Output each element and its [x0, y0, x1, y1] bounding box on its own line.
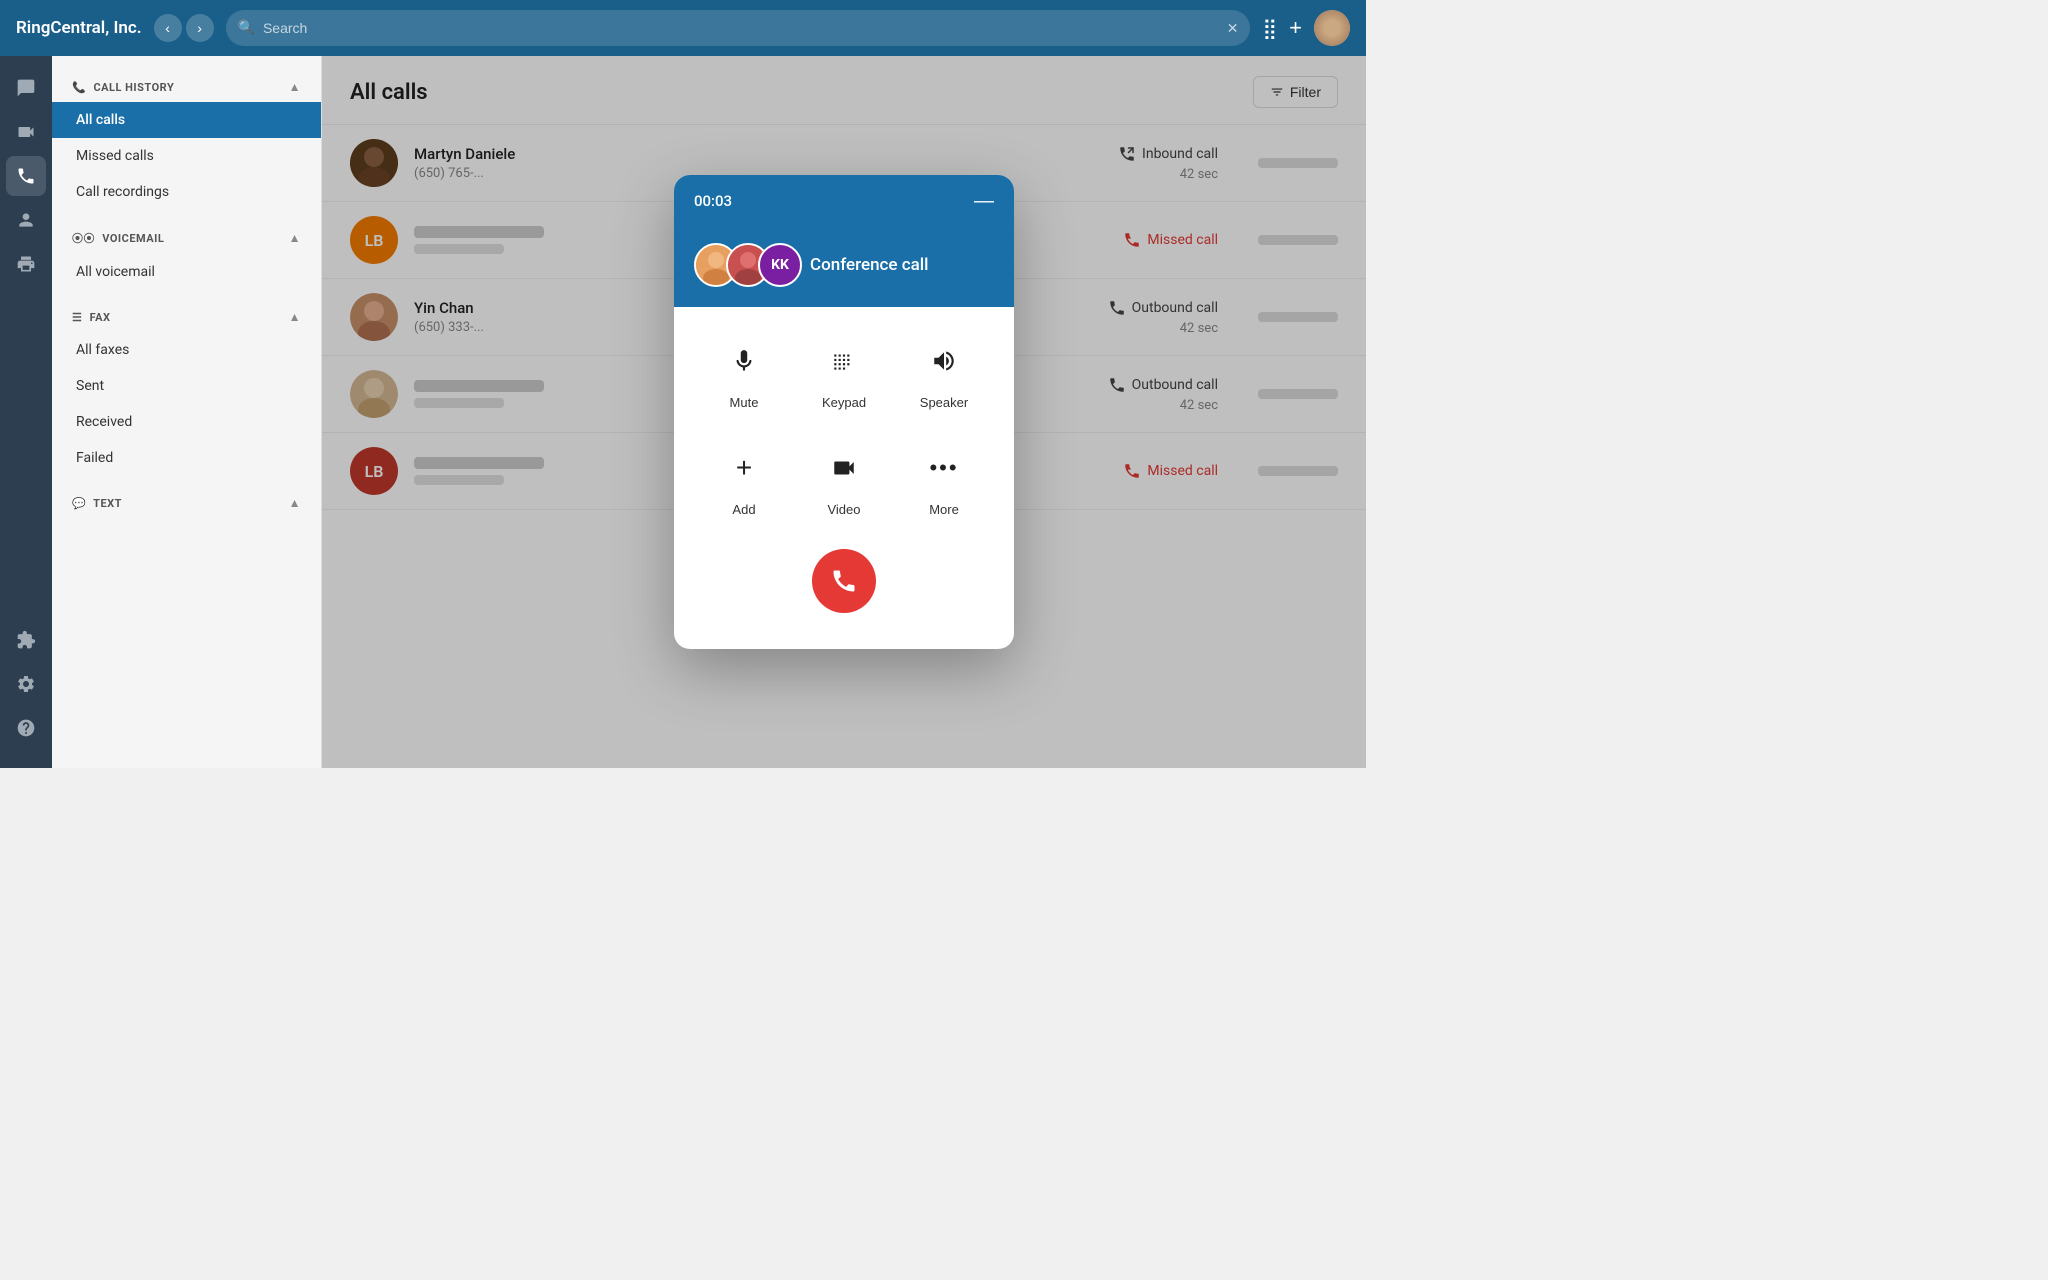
call-history-chevron: ▲ — [289, 80, 301, 94]
add-icon: + — [718, 442, 770, 494]
text-section[interactable]: 💬 TEXT ▲ — [52, 488, 321, 518]
more-button[interactable]: ••• More — [918, 442, 970, 517]
call-controls-row-2: + Add Video ••• More — [694, 442, 994, 517]
fax-chevron: ▲ — [289, 310, 301, 324]
sidebar-icon-extensions[interactable] — [6, 620, 46, 660]
mute-icon — [718, 335, 770, 387]
sidebar-icon-fax[interactable] — [6, 244, 46, 284]
fax-section-label: ☰ FAX — [72, 311, 111, 324]
main-layout: 📞 CALL HISTORY ▲ All calls Missed calls … — [0, 56, 1366, 768]
call-modal-header: 00:03 — — [674, 175, 1014, 227]
voicemail-chevron: ▲ — [289, 231, 301, 245]
nav-item-all-calls[interactable]: All calls — [52, 102, 321, 138]
nav-item-missed-calls[interactable]: Missed calls — [52, 138, 321, 174]
keypad-button[interactable]: Keypad — [818, 335, 870, 410]
nav-back-button[interactable]: ‹ — [154, 14, 182, 42]
sidebar-icon-chat[interactable] — [6, 68, 46, 108]
end-call-area — [694, 549, 994, 621]
sidebar-icon-help[interactable] — [6, 708, 46, 748]
search-input[interactable] — [263, 20, 1219, 36]
more-icon: ••• — [918, 442, 970, 494]
nav-item-call-recordings[interactable]: Call recordings — [52, 174, 321, 210]
voicemail-section-label: ⦿⦿ VOICEMAIL — [72, 230, 164, 246]
call-controls-row-1: Mute Keypad Speaker — [694, 335, 994, 410]
call-history-section-label: 📞 CALL HISTORY — [72, 81, 174, 94]
nav-forward-button[interactable]: › — [186, 14, 214, 42]
speaker-icon — [918, 335, 970, 387]
add-button[interactable]: + — [1289, 15, 1302, 41]
nav-item-all-voicemail[interactable]: All voicemail — [52, 254, 321, 290]
add-label: Add — [732, 502, 755, 517]
sidebar-icon-settings[interactable] — [6, 664, 46, 704]
nav-item-sent[interactable]: Sent — [52, 368, 321, 404]
icon-sidebar-top — [6, 68, 46, 616]
participant-avatar-3: KK — [758, 243, 802, 287]
nav-buttons: ‹ › — [154, 14, 214, 42]
more-label: More — [929, 502, 959, 517]
sidebar-icon-video[interactable] — [6, 112, 46, 152]
add-button[interactable]: + Add — [718, 442, 770, 517]
call-history-section[interactable]: 📞 CALL HISTORY ▲ — [52, 72, 321, 102]
speaker-button[interactable]: Speaker — [918, 335, 970, 410]
nav-item-received[interactable]: Received — [52, 404, 321, 440]
speaker-label: Speaker — [920, 395, 968, 410]
keypad-label: Keypad — [822, 395, 866, 410]
search-bar: 🔍 ✕ — [226, 10, 1251, 46]
app-title: RingCentral, Inc. — [16, 18, 142, 38]
avatar[interactable] — [1314, 10, 1350, 46]
main-content: All calls Filter Martyn Daniele (650) 76… — [322, 56, 1366, 768]
fax-section[interactable]: ☰ FAX ▲ — [52, 302, 321, 332]
sidebar-icon-contacts[interactable] — [6, 200, 46, 240]
mute-label: Mute — [730, 395, 759, 410]
call-modal-body: Mute Keypad Speaker — [674, 307, 1014, 649]
topbar-right: ⣿ + — [1262, 10, 1350, 46]
icon-sidebar — [0, 56, 52, 768]
video-button[interactable]: Video — [818, 442, 870, 517]
nav-item-failed[interactable]: Failed — [52, 440, 321, 476]
mute-button[interactable]: Mute — [718, 335, 770, 410]
left-nav: 📞 CALL HISTORY ▲ All calls Missed calls … — [52, 56, 322, 768]
grid-icon-button[interactable]: ⣿ — [1262, 16, 1277, 41]
sidebar-icon-phone[interactable] — [6, 156, 46, 196]
text-section-label: 💬 TEXT — [72, 497, 122, 510]
participant-avatars: KK — [694, 243, 802, 287]
search-icon: 🔍 — [238, 20, 255, 36]
participants-bar: KK Conference call — [674, 227, 1014, 307]
minimize-button[interactable]: — — [974, 191, 994, 211]
voicemail-section[interactable]: ⦿⦿ VOICEMAIL ▲ — [52, 222, 321, 254]
call-timer: 00:03 — [694, 192, 732, 210]
video-icon — [818, 442, 870, 494]
end-call-button[interactable] — [812, 549, 876, 613]
conference-call-label: Conference call — [810, 255, 928, 275]
icon-sidebar-bottom — [6, 620, 46, 756]
keypad-icon — [818, 335, 870, 387]
topbar: RingCentral, Inc. ‹ › 🔍 ✕ ⣿ + — [0, 0, 1366, 56]
call-modal: 00:03 — KK — [674, 175, 1014, 649]
video-label: Video — [827, 502, 860, 517]
text-chevron: ▲ — [289, 496, 301, 510]
modal-overlay: 00:03 — KK — [322, 56, 1366, 768]
nav-item-all-faxes[interactable]: All faxes — [52, 332, 321, 368]
search-clear-button[interactable]: ✕ — [1227, 20, 1239, 37]
